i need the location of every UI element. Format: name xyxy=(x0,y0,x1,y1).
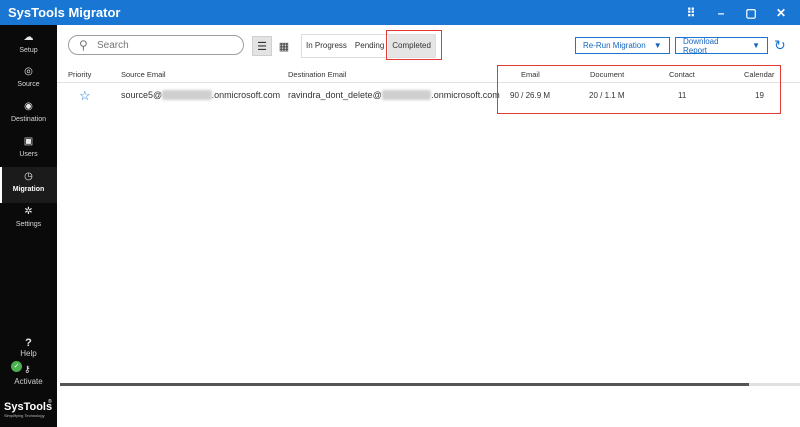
download-report-button[interactable]: Download Report ▼ xyxy=(675,36,768,55)
brand-logo: SysTools ® Simplifying Technology xyxy=(4,399,56,418)
help-icon: ? xyxy=(25,337,32,349)
users-icon: ▣ xyxy=(23,136,34,147)
destination-email-redacted: xxxxxxxxxxx xyxy=(381,90,432,100)
migration-icon: ◷ xyxy=(24,171,33,182)
grid-icon: ▦ xyxy=(278,40,290,53)
tab-in-progress[interactable]: In Progress xyxy=(302,35,351,57)
search-input[interactable] xyxy=(97,39,237,51)
chevron-down-icon: ▼ xyxy=(752,41,760,50)
destination-email: ravindra_dont_delete@xxxxxxxxxxx.onmicro… xyxy=(288,90,500,100)
source-email-user: source5@ xyxy=(121,90,163,100)
key-icon: ⚷ xyxy=(24,364,31,374)
sidebar-item-label: Settings xyxy=(15,221,42,228)
destination-email-domain: .onmicrosoft.com xyxy=(431,90,500,100)
destination-icon: ◉ xyxy=(24,101,33,112)
list-view-button[interactable]: ☰ xyxy=(252,36,272,56)
highlight-box xyxy=(386,30,442,60)
search-box[interactable]: ⚲ xyxy=(68,35,244,55)
sidebar-item-migration[interactable]: ◷ Migration xyxy=(0,167,57,203)
star-icon[interactable]: ☆ xyxy=(79,88,91,104)
rerun-label: Re-Run Migration xyxy=(583,41,646,50)
col-source-email[interactable]: Source Email xyxy=(121,70,166,79)
scrollbar-thumb[interactable] xyxy=(60,383,749,386)
sidebar-item-label: Users xyxy=(19,151,38,158)
rerun-migration-button[interactable]: Re-Run Migration ▼ xyxy=(575,37,670,54)
gear-icon: ✲ xyxy=(24,206,33,217)
refresh-icon[interactable]: ↻ xyxy=(774,37,786,54)
destination-email-user: ravindra_dont_delete@ xyxy=(288,90,382,100)
col-destination-email[interactable]: Destination Email xyxy=(288,70,346,79)
download-label: Download Report xyxy=(683,36,719,55)
chevron-down-icon: ▼ xyxy=(653,41,662,50)
sidebar-item-label: Setup xyxy=(19,47,38,54)
help-button[interactable]: ? Help xyxy=(0,337,57,358)
search-icon: ⚲ xyxy=(79,38,88,52)
registered-mark: ® xyxy=(48,399,52,405)
sidebar-item-users[interactable]: ▣ Users xyxy=(0,136,57,170)
sidebar-item-source[interactable]: ◎ Source xyxy=(0,66,57,100)
sidebar-item-destination[interactable]: ◉ Destination xyxy=(0,101,57,135)
list-icon: ☰ xyxy=(257,40,267,53)
brand-tagline: Simplifying Technology xyxy=(4,413,45,418)
tab-pending[interactable]: Pending xyxy=(351,35,388,57)
title-bar: SysTools Migrator ⠿ – ▢ ✕ xyxy=(0,0,800,25)
source-email: source5@xxxxxxxxxxx.onmicrosoft.com xyxy=(121,90,280,100)
sidebar-item-label: Destination xyxy=(10,116,47,123)
minimize-icon[interactable]: – xyxy=(706,0,736,25)
source-icon: ◎ xyxy=(24,66,33,77)
highlight-box-stats xyxy=(497,65,781,114)
activate-label: Activate xyxy=(14,377,43,386)
sidebar-item-label: Source xyxy=(17,81,40,88)
window-title: SysTools Migrator xyxy=(8,5,121,20)
sidebar-item-label: Migration xyxy=(12,186,45,193)
window-controls: ⠿ – ▢ ✕ xyxy=(676,0,796,25)
col-priority[interactable]: Priority xyxy=(68,70,91,79)
sidebar-item-settings[interactable]: ✲ Settings xyxy=(0,206,57,240)
check-icon: ✓ xyxy=(11,361,22,372)
help-label: Help xyxy=(20,349,37,358)
main-panel: ⚲ ☰ ▦ In Progress Pending Completed Re-R… xyxy=(57,25,800,427)
source-email-redacted: xxxxxxxxxxx xyxy=(162,90,212,100)
source-email-domain: .onmicrosoft.com xyxy=(211,90,281,100)
sidebar: ☁ Setup ◎ Source ◉ Destination ▣ Users ◷… xyxy=(0,25,57,427)
menu-icon[interactable]: ⠿ xyxy=(676,0,706,25)
sidebar-item-setup[interactable]: ☁ Setup xyxy=(0,32,57,66)
cloud-icon: ☁ xyxy=(23,32,34,43)
grid-view-button[interactable]: ▦ xyxy=(274,36,294,56)
close-icon[interactable]: ✕ xyxy=(766,0,796,25)
maximize-icon[interactable]: ▢ xyxy=(736,0,766,25)
